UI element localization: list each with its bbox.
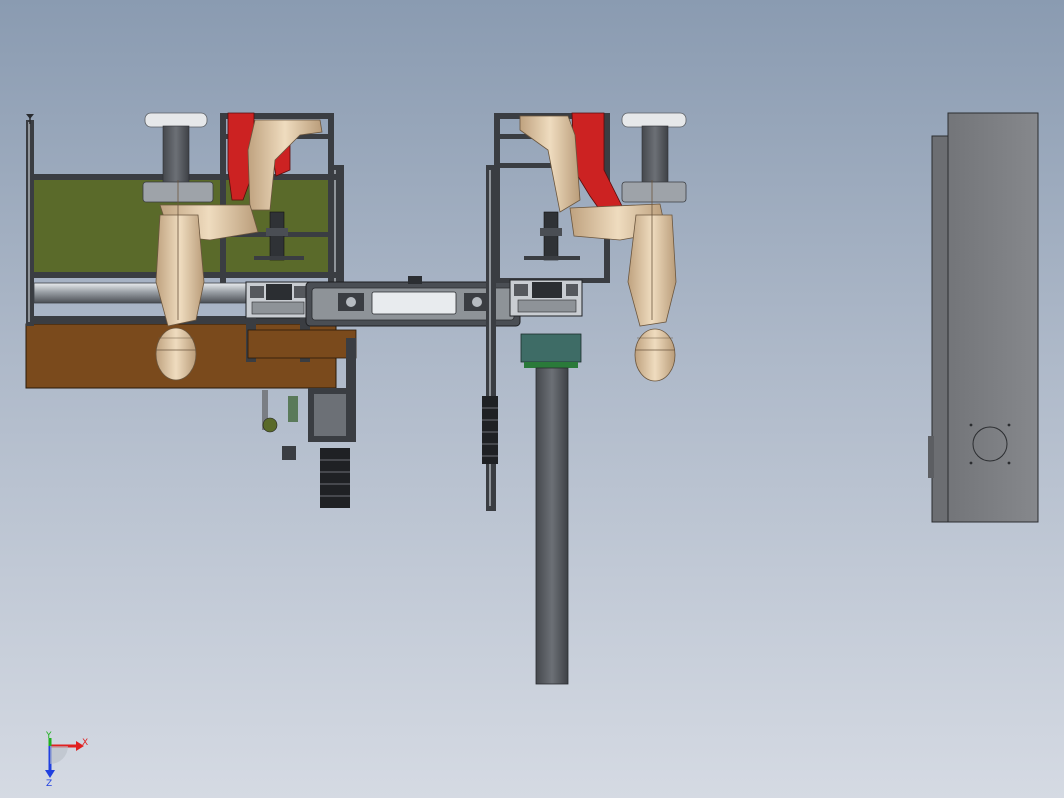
right-support-column[interactable]	[535, 367, 569, 685]
z-axis-label: Z	[46, 779, 52, 789]
y-axis-label: Y	[45, 731, 52, 741]
assembly-view[interactable]	[0, 0, 1064, 798]
left-lower-components[interactable]	[262, 388, 352, 508]
left-pipe[interactable]	[33, 282, 255, 304]
right-cable-chain[interactable]	[482, 396, 498, 464]
right-gripper-assembly[interactable]	[509, 279, 583, 317]
right-robot-cell[interactable]	[482, 112, 687, 685]
orientation-triad: X Y Z	[45, 731, 88, 789]
cad-viewport[interactable]: X Y Z	[0, 0, 1064, 798]
x-axis-label: X	[82, 738, 88, 748]
left-frame-post[interactable]	[28, 122, 30, 322]
electrical-cabinet[interactable]	[928, 112, 1039, 523]
right-column-housing[interactable]	[520, 333, 582, 363]
left-control-box[interactable]	[247, 329, 357, 359]
